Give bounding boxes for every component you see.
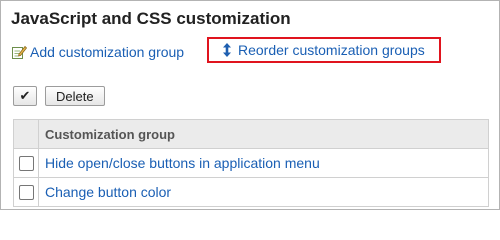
- table-header-row: Customization group: [13, 119, 489, 149]
- reorder-customization-groups-link[interactable]: Reorder customization groups: [219, 42, 425, 58]
- customization-group-link[interactable]: Hide open/close buttons in application m…: [39, 155, 320, 171]
- reorder-customization-groups-label: Reorder customization groups: [238, 42, 425, 58]
- row-checkbox[interactable]: [18, 184, 34, 200]
- customization-panel: JavaScript and CSS customization Add cus…: [0, 0, 500, 210]
- reorder-highlight: Reorder customization groups: [207, 37, 441, 63]
- table-row: Hide open/close buttons in application m…: [13, 148, 489, 178]
- table-row: Change button color: [13, 177, 489, 207]
- up-down-arrow-icon: [219, 42, 235, 58]
- select-all-button[interactable]: ✔: [13, 86, 37, 106]
- header-checkbox-cell: [13, 119, 39, 149]
- action-bar: Add customization group: [11, 39, 184, 65]
- row-checkbox[interactable]: [18, 155, 34, 171]
- list-toolbar: ✔ Delete: [13, 86, 105, 106]
- add-customization-group-link[interactable]: Add customization group: [11, 44, 184, 60]
- row-checkbox-cell: [13, 177, 39, 207]
- row-label-cell: Hide open/close buttons in application m…: [38, 148, 489, 178]
- delete-button[interactable]: Delete: [45, 86, 105, 106]
- row-checkbox-cell: [13, 148, 39, 178]
- add-customization-group-label: Add customization group: [30, 44, 185, 60]
- row-label-cell: Change button color: [38, 177, 489, 207]
- customization-group-link[interactable]: Change button color: [39, 184, 171, 200]
- column-header-label: Customization group: [45, 126, 175, 142]
- column-header-customization-group: Customization group: [38, 119, 489, 149]
- edit-pencil-icon: [11, 44, 28, 60]
- customization-group-table: Customization group Hide open/close butt…: [13, 119, 489, 207]
- page-title: JavaScript and CSS customization: [11, 9, 291, 28]
